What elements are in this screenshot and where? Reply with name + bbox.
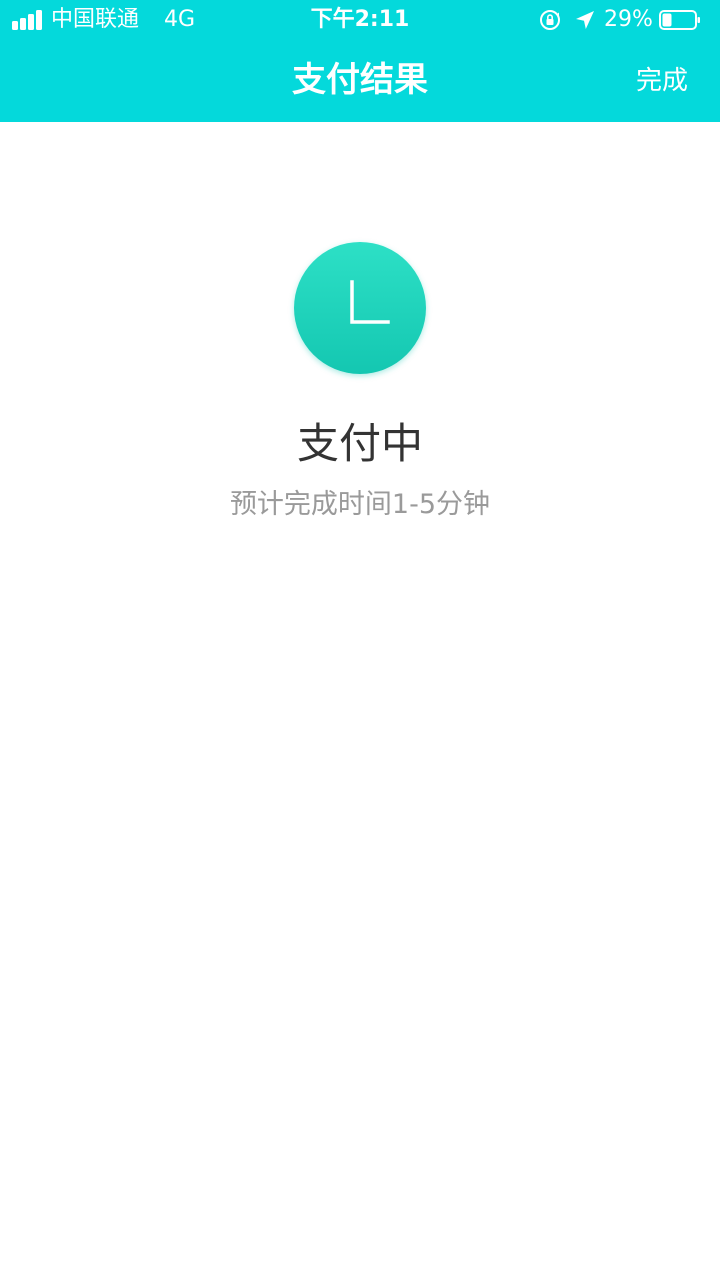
page-title: 支付结果	[292, 60, 428, 100]
payment-status-title: 支付中	[296, 419, 423, 468]
battery-percent: 29%	[604, 7, 653, 32]
done-button[interactable]: 完成	[636, 62, 688, 100]
clock-icon	[350, 280, 390, 324]
payment-status-icon	[294, 242, 426, 374]
status-bar: 中国联通 4G 下午2:11 29%	[0, 0, 720, 40]
rotation-lock-icon	[540, 10, 560, 30]
battery-icon	[659, 10, 700, 30]
payment-status-subtitle: 预计完成时间1-5分钟	[229, 489, 491, 520]
location-arrow-icon	[576, 11, 594, 29]
header: 中国联通 4G 下午2:11 29% 支付结果 完成	[0, 0, 720, 122]
payment-result-screen: 中国联通 4G 下午2:11 29% 支付结果 完成 支付中 预计完成时间1-5…	[0, 0, 720, 1280]
